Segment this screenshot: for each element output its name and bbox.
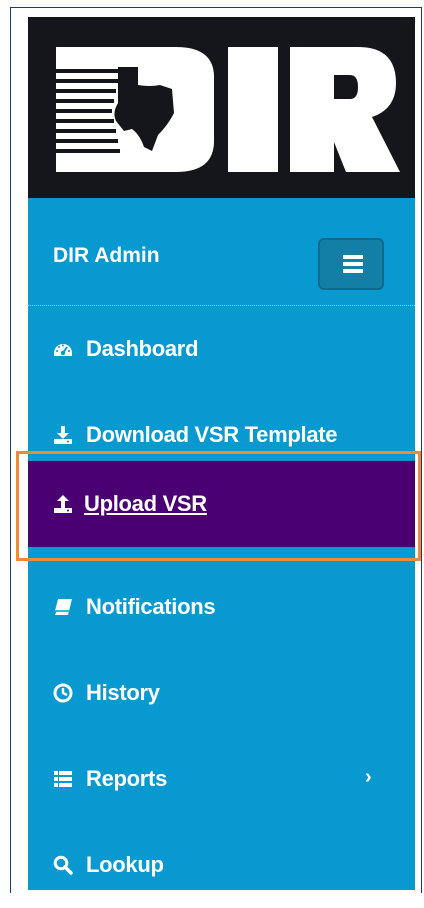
nav-item-notifications[interactable]: Notifications [28,564,415,650]
user-header: DIR Admin [28,198,415,306]
nav-label-download-vsr-template: Download VSR Template [86,422,338,447]
nav-label-reports: Reports [86,766,168,791]
clock-icon [53,683,73,703]
nav-label-upload-vsr: Upload VSR [84,491,207,516]
hamburger-menu-button[interactable] [318,238,384,290]
nav-item-reports[interactable]: Reports › [28,736,415,822]
download-icon [54,426,72,444]
book-icon [53,599,72,616]
dir-logo-icon [56,47,400,172]
admin-name: DIR Admin [53,244,160,267]
dashboard-icon [54,344,72,356]
list-icon [54,771,72,787]
sidebar: DIR Admin Dashboard Download VSR Templat… [28,17,415,890]
nav-label-notifications: Notifications [86,594,216,619]
nav-item-lookup[interactable]: Lookup [28,822,415,908]
dir-logo[interactable] [28,17,415,198]
upload-icon [54,495,72,513]
nav-label-history: History [86,680,160,705]
chevron-right-icon: › [365,766,372,788]
search-icon [53,855,73,875]
nav-label-lookup: Lookup [86,852,164,877]
nav-item-history[interactable]: History [28,650,415,736]
nav-label-dashboard: Dashboard [86,336,199,361]
nav-item-upload-vsr[interactable]: Upload VSR [28,461,415,547]
nav-item-dashboard[interactable]: Dashboard [28,306,415,392]
